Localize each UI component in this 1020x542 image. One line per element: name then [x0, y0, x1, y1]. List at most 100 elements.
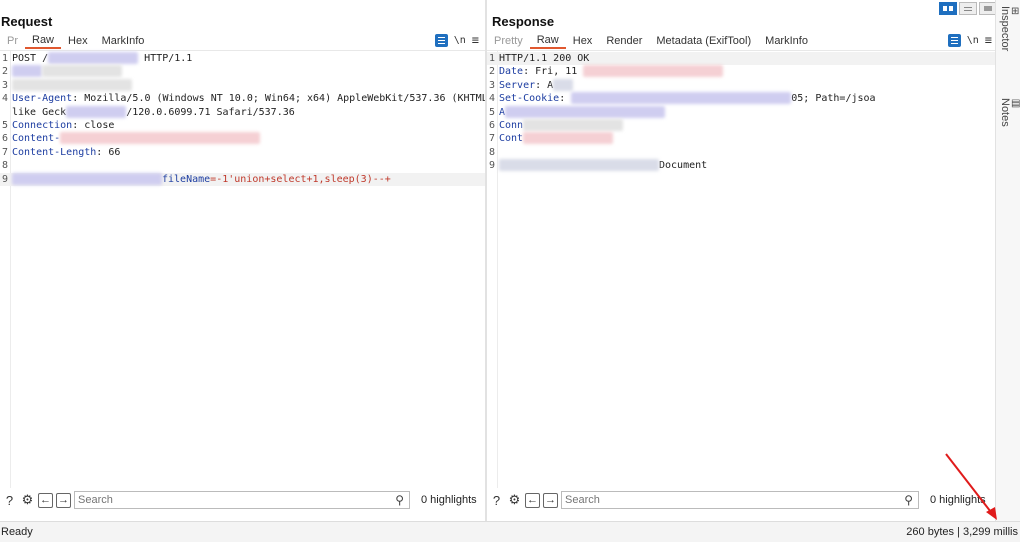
- code-line[interactable]: 4 Set-Cookie: 05; Path=/jsoa: [487, 92, 996, 105]
- response-editor-tools: \n ≡: [947, 33, 992, 47]
- line-content: [12, 78, 132, 92]
- newline-toggle[interactable]: \n: [454, 35, 466, 46]
- response-editor[interactable]: 1 HTTP/1.1 200 OK 2 Date: Fri, 11 3 Server: …: [487, 50, 996, 488]
- header-value: : Fri, 11: [523, 66, 584, 78]
- response-size-timing: 260 bytes | 3,299 millis: [906, 526, 1018, 538]
- line-content: Connection: close: [12, 119, 114, 132]
- request-tabs: Pr Raw Hex MarkInfo: [0, 32, 485, 49]
- header-value: /120.0.6099.71 Safari/537.36: [126, 106, 295, 118]
- notes-tab[interactable]: ▤ Notes: [999, 98, 1020, 127]
- header-name: Set-Cookie: [499, 93, 560, 105]
- forward-arrow-icon[interactable]: →: [56, 492, 71, 508]
- header-name: Conn: [499, 119, 524, 131]
- line-number: 1: [2, 53, 9, 64]
- header-name: Server: [499, 79, 536, 91]
- code-line[interactable]: 9 Document: [487, 159, 996, 172]
- search-icon[interactable]: ⚲: [904, 493, 913, 507]
- request-pane: Request Pr Raw Hex MarkInfo \n ≡ 1 POST / HT…: [0, 0, 494, 522]
- redacted-text: [553, 78, 574, 91]
- header-value: 05; Path=/jsoa: [791, 93, 876, 105]
- line-number: 7: [489, 133, 496, 145]
- status-bar: Ready 260 bytes | 3,299 millis: [0, 521, 1020, 542]
- header-name: User-Agent: [12, 93, 73, 105]
- code-line[interactable]: 7 Cont: [487, 132, 996, 145]
- line-number: 9: [2, 173, 9, 185]
- code-line[interactable]: like Geck/120.0.6099.71 Safari/537.36: [0, 105, 485, 119]
- redacted-text: [12, 65, 42, 78]
- side-by-side-layout-button[interactable]: [939, 2, 957, 15]
- line-number: 4: [2, 93, 9, 105]
- wrap-icon[interactable]: [434, 33, 448, 47]
- response-tab-raw[interactable]: Raw: [529, 34, 566, 49]
- code-line[interactable]: 6 Conn: [487, 118, 996, 132]
- redacted-text: [60, 132, 261, 145]
- code-line[interactable]: 5 Connection: close: [0, 119, 485, 132]
- help-icon[interactable]: ?: [2, 493, 17, 508]
- response-tab-hex[interactable]: Hex: [566, 35, 600, 49]
- response-tab-metadata-exiftool[interactable]: Metadata (ExifTool): [649, 35, 758, 49]
- request-tab-markinfo[interactable]: MarkInfo: [95, 35, 152, 49]
- gear-icon[interactable]: ⚙: [507, 492, 522, 508]
- line-number: 6: [2, 133, 9, 145]
- line-number: 6: [489, 119, 496, 131]
- code-line[interactable]: 3: [0, 78, 485, 92]
- line-number: 1: [489, 53, 496, 64]
- line-content: POST / HTTP/1.1: [12, 52, 192, 65]
- header-value: HTTP/1.1: [138, 53, 193, 64]
- search-icon[interactable]: ⚲: [395, 493, 404, 507]
- request-search-input[interactable]: [75, 494, 381, 506]
- header-value: POST /: [12, 53, 49, 64]
- code-line[interactable]: 1 HTTP/1.1 200 OK: [487, 52, 996, 66]
- forward-arrow-icon[interactable]: →: [543, 492, 558, 508]
- code-line[interactable]: 2 Date: Fri, 11: [487, 65, 996, 78]
- header-name: Cont: [499, 133, 524, 145]
- response-tab-pretty[interactable]: Pretty: [487, 35, 530, 49]
- layout-toggle: [939, 2, 997, 15]
- code-line[interactable]: 7 Content-Length: 66: [0, 146, 485, 159]
- line-number: 3: [2, 79, 9, 91]
- line-content: HTTP/1.1 200 OK: [499, 52, 589, 65]
- response-tab-render[interactable]: Render: [599, 35, 649, 49]
- code-line[interactable]: 3 Server: A: [487, 78, 996, 92]
- code-line[interactable]: 5A: [487, 105, 996, 119]
- request-tab-pr[interactable]: Pr: [0, 35, 25, 49]
- help-icon[interactable]: ?: [489, 493, 504, 508]
- header-value: HTTP/1.1 200 OK: [499, 53, 590, 64]
- header-name: Content-: [12, 133, 61, 145]
- request-editor[interactable]: 1 POST / HTTP/1.1 2 3 4 User-Agent: Mozilla/5…: [0, 50, 494, 488]
- request-tab-hex[interactable]: Hex: [61, 35, 95, 49]
- wrap-icon[interactable]: [947, 33, 961, 47]
- line-number: 2: [2, 66, 9, 78]
- stacked-layout-button[interactable]: [959, 2, 977, 15]
- response-title: Response: [492, 14, 555, 29]
- response-tab-markinfo[interactable]: MarkInfo: [758, 35, 815, 49]
- line-content: A: [499, 105, 666, 119]
- request-tab-raw[interactable]: Raw: [25, 34, 62, 49]
- code-line[interactable]: 8: [487, 146, 996, 159]
- response-search-bar: ? ⚙ ← → ⚲ 0 highlights: [487, 490, 996, 510]
- line-content: Document: [499, 159, 707, 172]
- line-number: 5: [489, 106, 496, 118]
- header-value: : 66: [96, 146, 121, 158]
- code-line[interactable]: 4 User-Agent: Mozilla/5.0 (Windows NT 10.…: [0, 92, 494, 105]
- code-line[interactable]: 2: [0, 65, 485, 78]
- response-search-input-box: ⚲: [561, 491, 919, 509]
- response-search-input[interactable]: [562, 494, 868, 506]
- inspector-icon: ⊞: [1011, 6, 1020, 17]
- menu-icon[interactable]: ≡: [472, 33, 479, 47]
- gear-icon[interactable]: ⚙: [20, 492, 35, 508]
- redacted-text: [12, 78, 132, 91]
- menu-icon[interactable]: ≡: [985, 33, 992, 47]
- code-line[interactable]: 6 Content-: [0, 132, 485, 145]
- line-number: 8: [2, 160, 9, 172]
- code-line[interactable]: 8: [0, 159, 485, 172]
- back-arrow-icon[interactable]: ←: [525, 492, 540, 508]
- back-arrow-icon[interactable]: ←: [38, 492, 53, 508]
- newline-toggle[interactable]: \n: [967, 35, 979, 46]
- code-line[interactable]: 9 fileName=-1'union+select+1,sleep(3)--+: [0, 172, 485, 186]
- inspector-tab[interactable]: ⊞ Inspector: [999, 6, 1019, 51]
- header-name: Connection: [12, 119, 73, 131]
- code-line[interactable]: 1 POST / HTTP/1.1: [0, 52, 485, 65]
- redacted-text: [523, 118, 624, 131]
- line-content: Set-Cookie: 05; Path=/jsoa: [499, 92, 876, 105]
